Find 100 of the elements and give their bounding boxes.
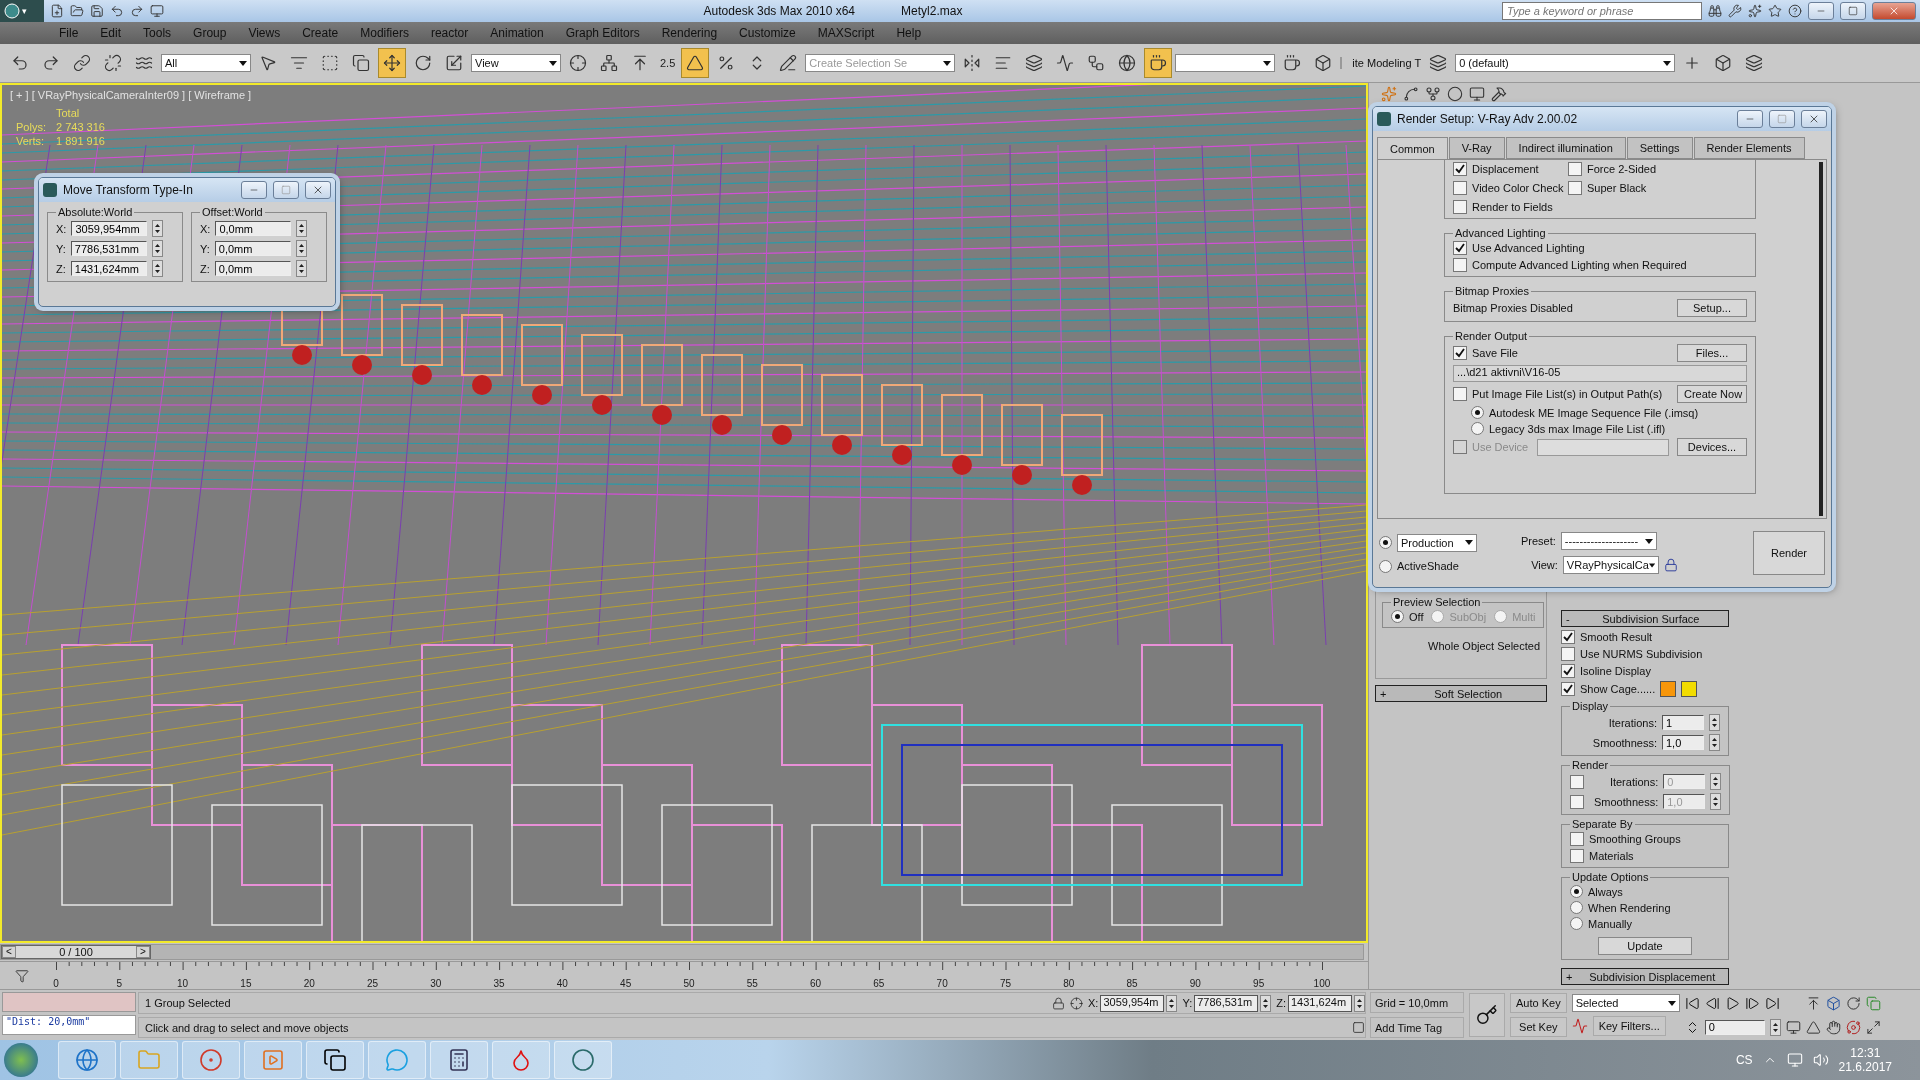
tab[interactable]: Render Elements	[1693, 137, 1805, 159]
tab[interactable]: V-Ray	[1448, 137, 1505, 159]
checkbox[interactable]	[1561, 630, 1575, 645]
app-menu-button[interactable]: ▾	[0, 0, 44, 22]
spinner-arrows-icon[interactable]	[1709, 714, 1720, 732]
coordinate-field[interactable]: 3059,954mm	[71, 221, 148, 237]
next-key-icon[interactable]	[1744, 995, 1760, 1011]
menu-item[interactable]: File	[48, 25, 90, 40]
search-field[interactable]: Type a keyword or phrase	[1502, 2, 1702, 20]
set-key-button[interactable]	[1469, 993, 1505, 1038]
radio-button[interactable]	[1570, 885, 1583, 899]
tangent-curve-icon[interactable]	[1571, 1018, 1588, 1035]
spinner-arrows-icon[interactable]	[1710, 773, 1722, 791]
number-field[interactable]: 1,0	[1662, 735, 1704, 751]
tab[interactable]: Settings	[1626, 137, 1693, 159]
setup-button[interactable]: Setup...	[1677, 299, 1747, 317]
taskbar-button[interactable]	[306, 1041, 364, 1080]
dropdown[interactable]: View	[471, 54, 561, 73]
checkbox[interactable]	[1453, 387, 1467, 401]
files-button[interactable]: Files...	[1677, 344, 1747, 362]
toolbar-button[interactable]	[681, 48, 710, 79]
network-icon[interactable]	[1786, 1052, 1803, 1069]
spinner-arrows-icon[interactable]	[152, 220, 164, 238]
dropdown-caret-icon[interactable]	[549, 60, 557, 66]
wrench-icon[interactable]	[1728, 4, 1742, 18]
spinner-arrows-icon[interactable]	[1260, 994, 1272, 1012]
checkbox[interactable]	[1568, 162, 1582, 176]
dropdown-caret-icon[interactable]	[1663, 60, 1672, 66]
menu-item[interactable]: Animation	[479, 25, 555, 40]
menu-item[interactable]: Help	[885, 25, 933, 40]
menu-item[interactable]: reactor	[419, 25, 480, 40]
menu-item[interactable]: Modifiers	[349, 25, 420, 40]
key-filters-button[interactable]: Key Filters...	[1592, 1016, 1666, 1037]
menu-item[interactable]: Customize	[728, 25, 807, 40]
previous-frame-button[interactable]: <	[2, 946, 16, 959]
triangle-icon[interactable]	[1805, 1019, 1821, 1035]
roll-icon[interactable]	[1845, 995, 1861, 1011]
save-icon[interactable]	[90, 4, 104, 18]
checkbox[interactable]	[1568, 181, 1582, 195]
binoculars-icon[interactable]	[1708, 4, 1722, 18]
dropdown-caret-icon[interactable]	[1465, 540, 1473, 545]
radio-button[interactable]	[1391, 610, 1404, 624]
motion-tab-icon[interactable]	[1447, 86, 1463, 103]
rollout-header[interactable]: + Soft Selection	[1375, 685, 1547, 703]
spinner-arrows-icon[interactable]	[295, 260, 307, 278]
new-file-icon[interactable]	[50, 4, 64, 18]
coordinate-field[interactable]: 0,0mm	[214, 241, 291, 257]
checkbox[interactable]	[1570, 832, 1584, 847]
radio-button[interactable]	[1379, 559, 1392, 573]
time-slider-track[interactable]: < 0 / 100 >	[0, 944, 1364, 961]
radio-button[interactable]	[1379, 536, 1392, 549]
coordinate-field[interactable]: 1431,624mm	[70, 261, 147, 277]
maximize-button[interactable]	[1840, 2, 1866, 20]
color-swatch[interactable]	[1660, 681, 1677, 698]
crosshair-icon[interactable]	[1070, 996, 1083, 1010]
orbit-icon[interactable]	[1845, 1019, 1861, 1035]
coordinate-field[interactable]: 1431,624m	[1288, 994, 1352, 1012]
checkbox[interactable]	[1453, 162, 1467, 176]
layer-dropdown[interactable]: 0 (default)	[1455, 54, 1676, 73]
menu-item[interactable]: Graph Editors	[554, 25, 651, 40]
device-field[interactable]	[1536, 438, 1669, 456]
menu-item[interactable]: Views	[237, 25, 292, 40]
go-to-start-icon[interactable]	[1684, 995, 1700, 1011]
undo-icon[interactable]	[110, 4, 124, 18]
redo-icon[interactable]	[130, 4, 144, 18]
camera-dropdown[interactable]: VRayPhysicalCa	[1562, 556, 1659, 574]
menu-item[interactable]: MAXScript	[806, 25, 886, 40]
set-key-mode-button[interactable]: Set Key	[1510, 1017, 1567, 1038]
checkbox[interactable]	[1453, 181, 1467, 195]
close-button[interactable]	[1801, 110, 1827, 128]
menu-item[interactable]: Group	[182, 25, 238, 40]
go-to-end-icon[interactable]	[1764, 995, 1780, 1011]
modify-tab-icon[interactable]	[1403, 86, 1419, 103]
render-button[interactable]: Render	[1753, 531, 1825, 575]
tab[interactable]: Indirect illumination	[1505, 137, 1626, 159]
checkbox[interactable]	[1570, 794, 1584, 809]
checkbox[interactable]	[1453, 258, 1467, 272]
spinner-arrows-icon[interactable]	[1769, 1018, 1781, 1036]
dropdown-caret-icon[interactable]	[1644, 538, 1653, 544]
update-button[interactable]: Update	[1598, 937, 1692, 956]
spinner-arrows-icon[interactable]	[151, 240, 163, 258]
spinner-arrows-icon[interactable]	[295, 240, 307, 258]
dropdown[interactable]: All	[161, 54, 251, 73]
checkbox[interactable]	[1453, 200, 1467, 214]
snap-toggle[interactable]: 2.5	[657, 48, 679, 79]
spinner-arrows-icon[interactable]	[1710, 793, 1722, 811]
radio-button[interactable]	[1471, 406, 1484, 419]
menu-item[interactable]: Rendering	[650, 25, 729, 40]
square-icon[interactable]	[1352, 1021, 1365, 1035]
key-mode-dropdown[interactable]: Selected	[1571, 994, 1680, 1013]
maximize-button[interactable]	[273, 181, 299, 200]
checkbox[interactable]	[1561, 682, 1575, 697]
lock-icon[interactable]	[1052, 996, 1065, 1010]
dropdown-caret-icon[interactable]	[1648, 562, 1655, 568]
checkbox[interactable]	[1453, 346, 1467, 360]
script-listener-field[interactable]	[2, 992, 136, 1013]
maximize-button[interactable]	[1769, 110, 1795, 128]
coordinate-field[interactable]: 0,0mm	[215, 221, 292, 237]
toolbar-button[interactable]	[1144, 48, 1173, 79]
time-slider-thumb[interactable]: < 0 / 100 >	[1, 945, 151, 960]
